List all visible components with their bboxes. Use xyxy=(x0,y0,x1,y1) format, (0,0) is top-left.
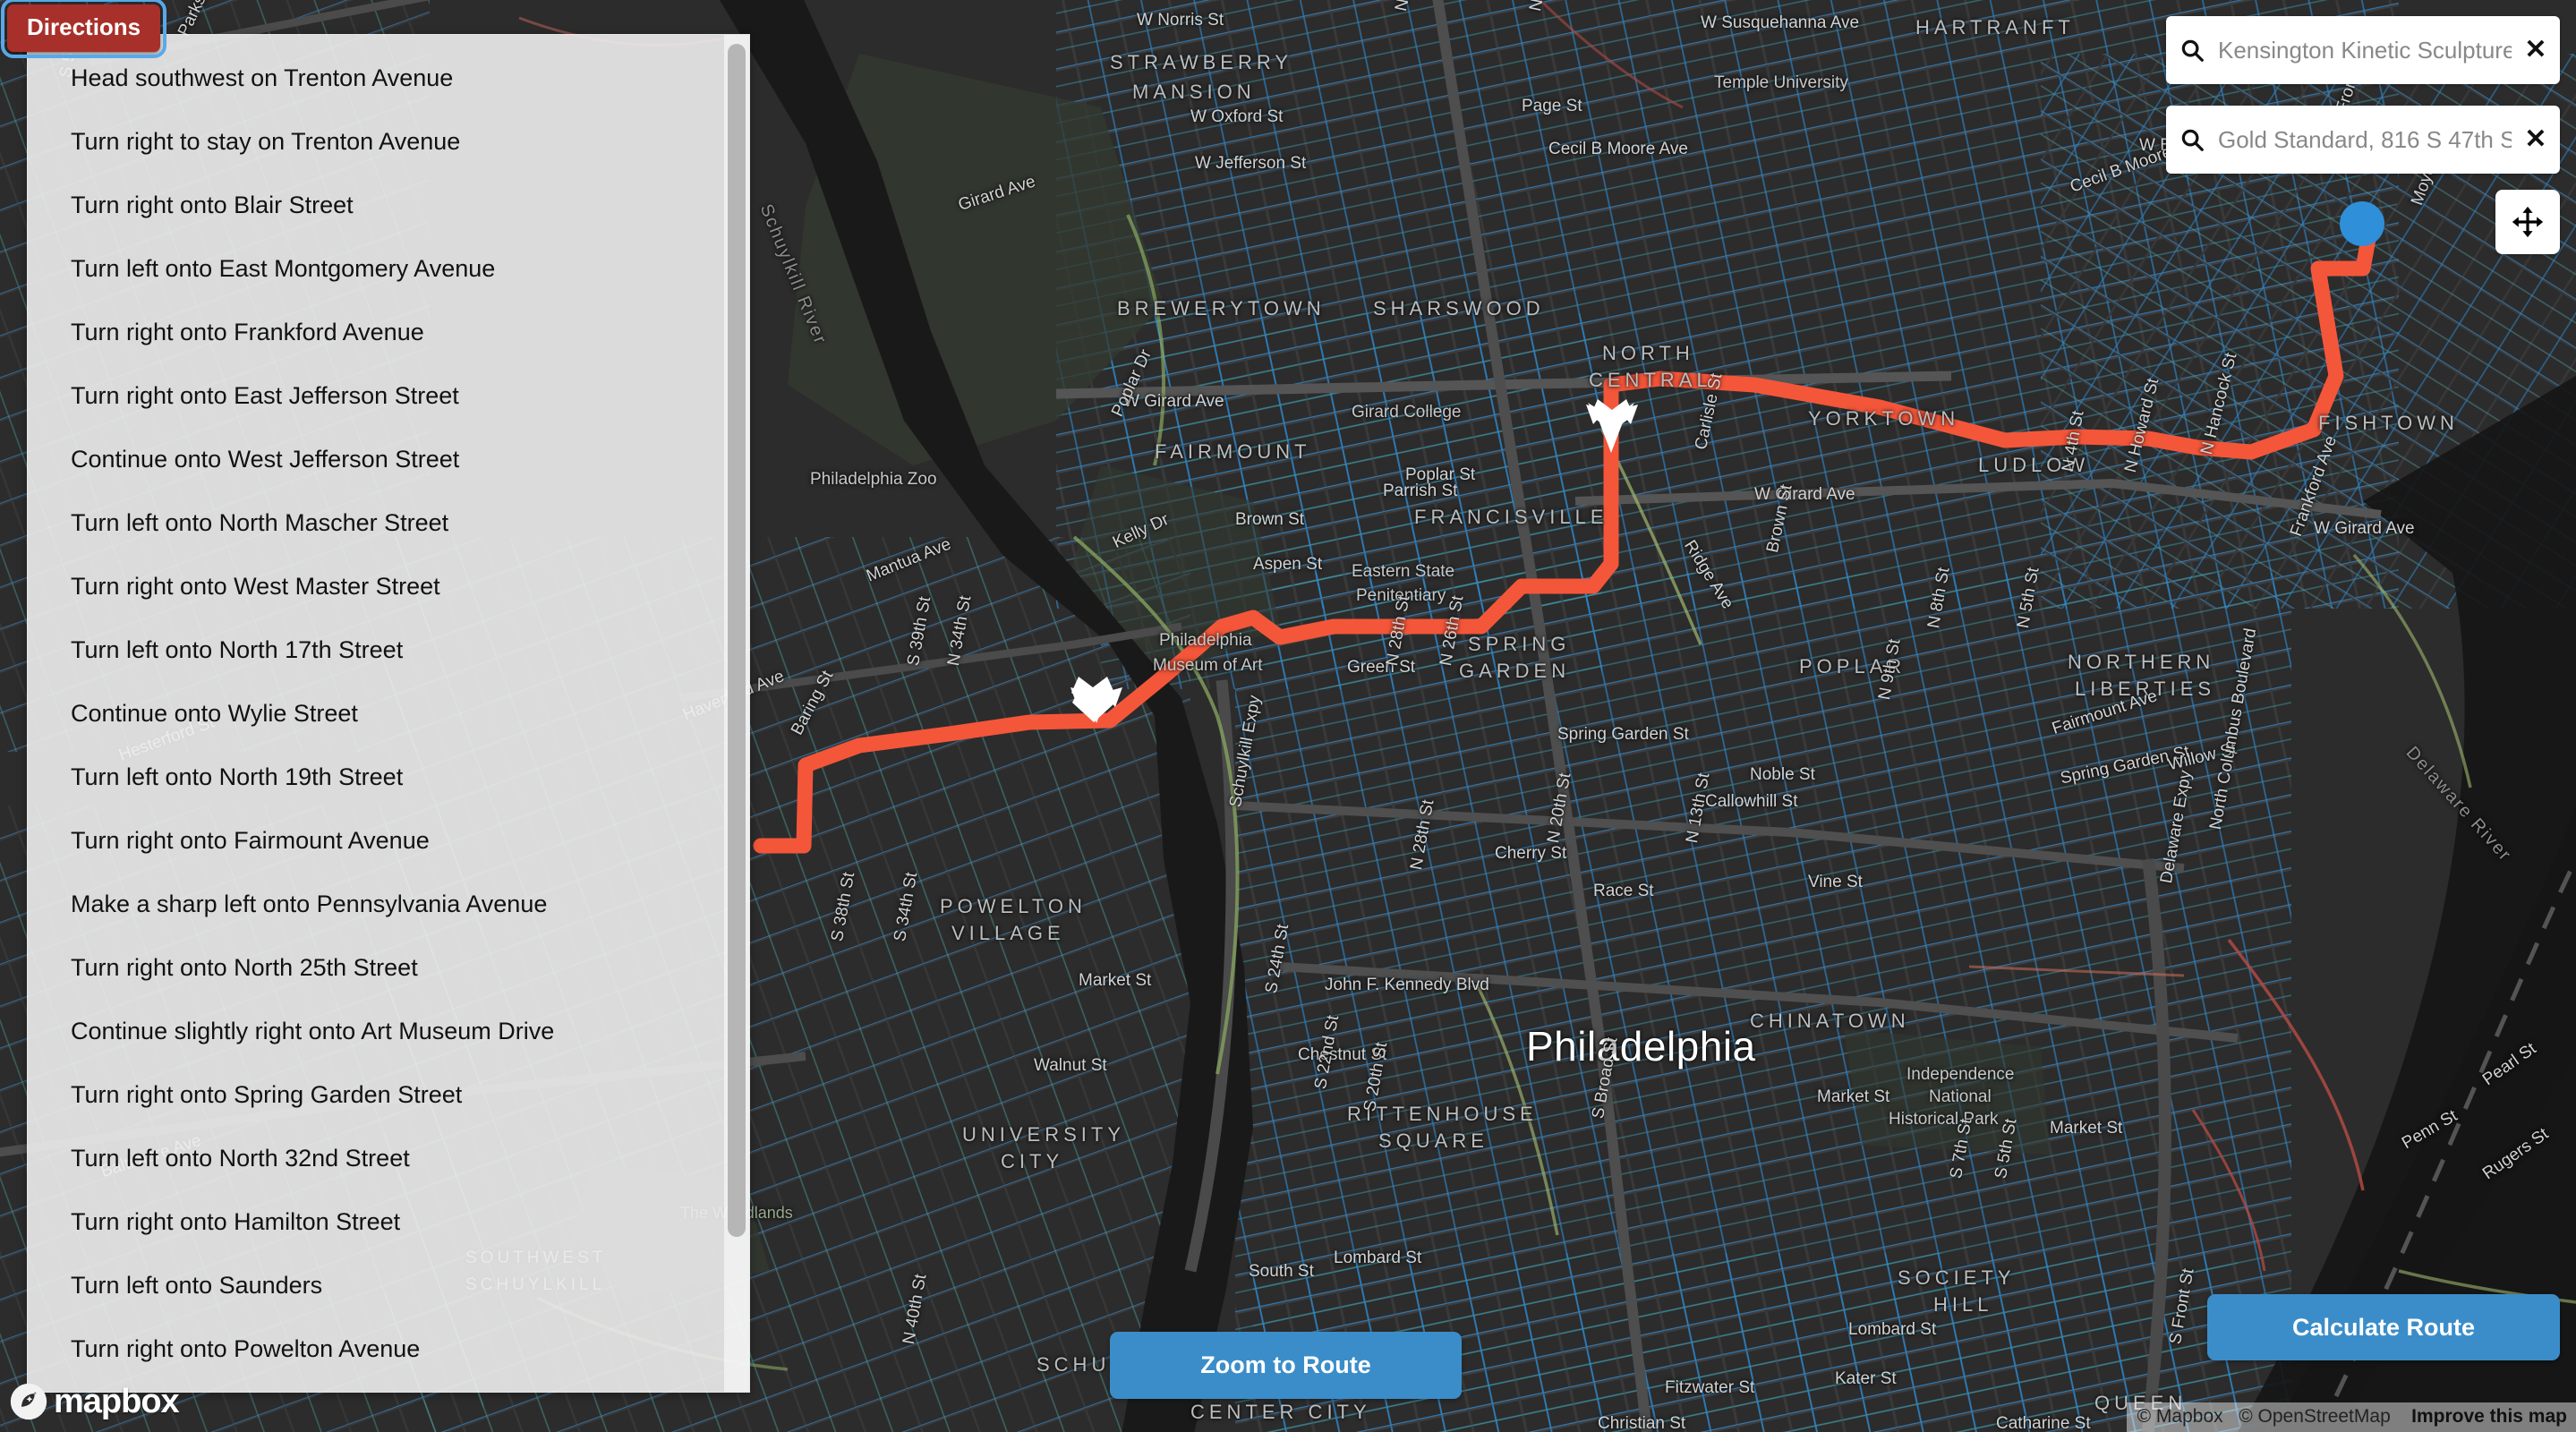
destination-clear-button[interactable]: ✕ xyxy=(2512,106,2560,174)
direction-step: Turn right to stay on Trenton Avenue xyxy=(71,128,461,155)
directions-toggle-button[interactable]: Directions xyxy=(0,0,167,58)
directions-panel[interactable]: Head southwest on Trenton Avenue Turn rig… xyxy=(27,34,750,1393)
directions-step-list: Head southwest on Trenton Avenue Turn rig… xyxy=(28,35,749,1392)
direction-step: Turn left onto North Mascher Street xyxy=(71,509,449,536)
direction-step: Head southwest on Trenton Avenue xyxy=(71,65,454,91)
direction-step: Turn right onto West Master Street xyxy=(71,573,440,600)
direction-step: Turn right onto Spring Garden Street xyxy=(71,1081,463,1108)
attribution-mapbox[interactable]: © Mapbox xyxy=(2137,1406,2223,1427)
destination-geocoder[interactable]: ✕ xyxy=(2166,106,2560,174)
directions-scrollbar-thumb[interactable] xyxy=(728,44,746,1237)
direction-step: Turn left onto North 17th Street xyxy=(71,636,404,663)
direction-step: Turn right onto East Jefferson Street xyxy=(71,382,459,409)
direction-step: Turn left onto North 19th Street xyxy=(71,763,404,790)
attribution-openstreetmap[interactable]: © OpenStreetMap xyxy=(2239,1406,2391,1427)
direction-step: Make a sharp left onto Pennsylvania Aven… xyxy=(71,891,548,917)
direction-step: Continue onto Wylie Street xyxy=(71,700,358,727)
mapbox-logo-icon[interactable]: mapbox xyxy=(9,1382,180,1421)
direction-step: Turn left onto North 32nd Street xyxy=(71,1145,410,1172)
direction-step: Turn right onto Powelton Avenue xyxy=(71,1335,421,1362)
direction-step: Continue onto West Jefferson Street xyxy=(71,446,460,473)
directions-scrollbar-track[interactable] xyxy=(724,35,749,1392)
direction-step: Turn right onto Hamilton Street xyxy=(71,1208,401,1235)
zoom-to-route-button[interactable]: Zoom to Route xyxy=(1110,1332,1462,1399)
route-start-marker xyxy=(2340,201,2384,246)
map-application: Philadelphia STRAWBERRY MANSION HARTRANFT BR… xyxy=(0,0,2576,1432)
direction-step: Continue slightly right onto Art Museum … xyxy=(71,1018,555,1044)
calculate-route-button[interactable]: Calculate Route xyxy=(2207,1294,2560,1360)
direction-step: Turn right onto Blair Street xyxy=(71,192,354,218)
search-icon xyxy=(2166,37,2218,64)
destination-search-input[interactable] xyxy=(2218,125,2512,154)
origin-geocoder[interactable]: ✕ xyxy=(2166,16,2560,84)
mapbox-mark-icon xyxy=(10,1383,47,1420)
fullscreen-icon[interactable] xyxy=(2495,190,2560,254)
improve-this-map-link[interactable]: Improve this map xyxy=(2411,1406,2567,1427)
direction-step: Turn right onto Frankford Avenue xyxy=(71,319,424,345)
mapbox-wordmark: mapbox xyxy=(54,1383,180,1420)
search-icon xyxy=(2166,126,2218,153)
direction-step: Turn right onto Fairmount Avenue xyxy=(71,827,430,854)
direction-step: Turn left onto East Montgomery Avenue xyxy=(71,255,496,282)
origin-clear-button[interactable]: ✕ xyxy=(2512,16,2560,84)
direction-step: Turn right onto North 25th Street xyxy=(71,954,418,981)
map-attribution: © Mapbox © OpenStreetMap Improve this ma… xyxy=(2126,1402,2576,1432)
direction-step: Turn left onto Saunders xyxy=(71,1272,323,1299)
origin-search-input[interactable] xyxy=(2218,36,2512,64)
